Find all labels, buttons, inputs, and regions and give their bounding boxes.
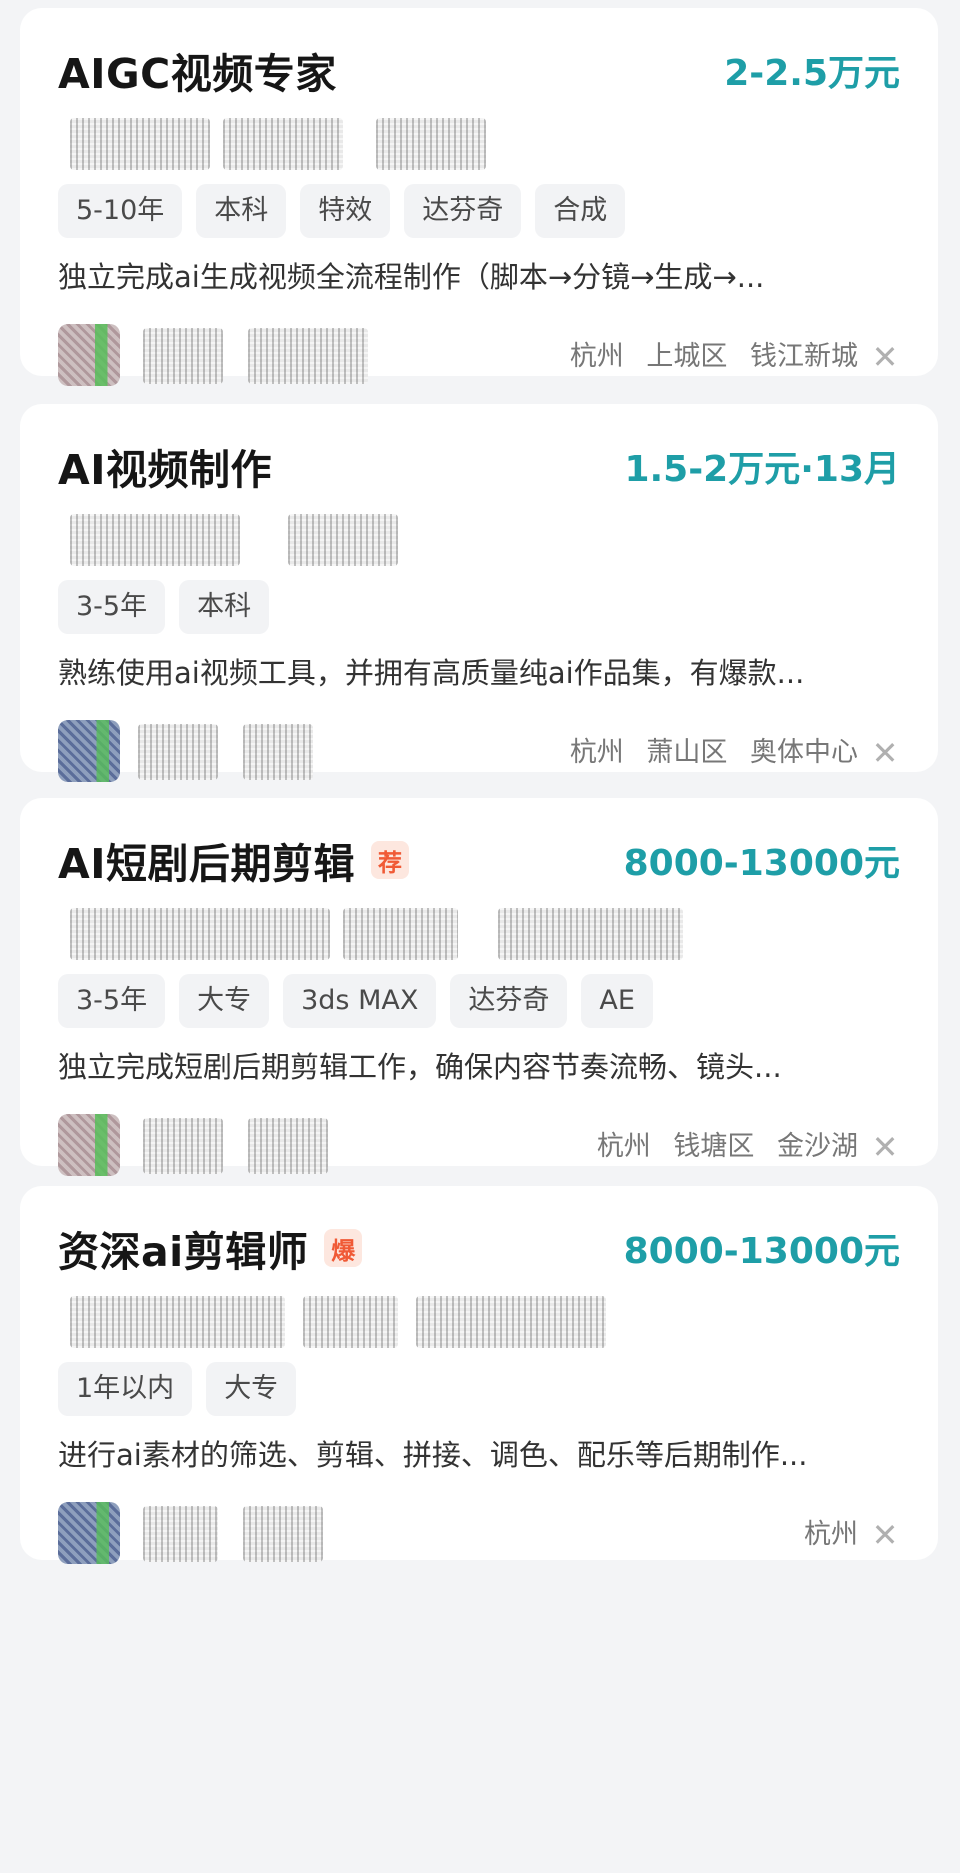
hot-badge: 爆 [324,1229,363,1267]
redacted-text [248,328,368,384]
redacted-text [143,1118,223,1174]
redacted-text [376,118,486,170]
tag: 本科 [196,184,287,238]
redacted-text [70,908,330,960]
recruiter-avatar[interactable] [58,1502,120,1564]
salary: 8000-13000元 [623,1231,900,1272]
recruiter-avatar[interactable] [58,1114,120,1176]
job-footer: 杭州 钱塘区 金沙湖 ✕ [58,1114,900,1180]
location-area: 钱江新城 [750,341,858,372]
salary: 8000-13000元 [623,843,900,884]
tag: 3-5年 [58,974,166,1028]
job-header: AI短剧后期剪辑 荐 8000-13000元 [58,830,900,890]
tag: 3-5年 [58,580,166,634]
job-header: AI视频制作 1.5-2万元·13月 [58,436,900,496]
job-title: AIGC视频专家 [58,50,337,98]
recruiter-avatar[interactable] [58,720,120,782]
location-area: 奥体中心 [750,737,858,768]
close-icon[interactable]: ✕ [870,1502,900,1568]
job-description: 进行ai素材的筛选、剪辑、拼接、调色、配乐等后期制作... [58,1438,808,1472]
tag: 3ds MAX [283,974,437,1028]
close-icon[interactable]: ✕ [870,720,900,786]
redacted-text [143,328,223,384]
job-tags: 5-10年 本科 特效 达芬奇 合成 [58,184,900,238]
job-header: AIGC视频专家 2-2.5万元 [58,40,900,100]
job-description: 独立完成ai生成视频全流程制作（脚本→分镜→生成→... [58,260,765,294]
close-icon[interactable]: ✕ [870,1114,900,1180]
redacted-text [243,724,313,780]
job-card[interactable]: AIGC视频专家 2-2.5万元 5-10年 本科 特效 达芬奇 合成 独立完成… [20,8,938,386]
recommended-badge: 荐 [371,841,409,879]
job-title: AI短剧后期剪辑 [58,840,355,888]
redacted-text [223,118,343,170]
location-district: 钱塘区 [673,1131,755,1162]
job-location: 杭州 钱塘区 金沙湖 [583,1114,858,1180]
location-city: 杭州 [804,1519,858,1550]
tag: 5-10年 [58,184,183,238]
job-tags: 1年以内 大专 [58,1362,900,1416]
redacted-text [70,118,210,170]
salary: 2-2.5万元 [724,53,900,94]
tag: 大专 [206,1362,297,1416]
tag: 特效 [300,184,391,238]
job-description: 熟练使用ai视频工具，并拥有高质量纯ai作品集，有爆款... [58,656,805,690]
redacted-text [143,1506,218,1562]
company-info-redacted [58,1296,900,1348]
job-title: AI视频制作 [58,446,272,494]
job-description: 独立完成短剧后期剪辑工作，确保内容节奏流畅、镜头... [58,1050,782,1084]
tag: 大专 [179,974,270,1028]
job-card[interactable]: AI短剧后期剪辑 荐 8000-13000元 3-5年 大专 3ds MAX 达… [20,798,938,1176]
redacted-text [248,1118,328,1174]
redacted-text [138,724,218,780]
location-city: 杭州 [569,737,624,768]
location-district: 萧山区 [646,737,728,768]
job-location: 杭州 上城区 钱江新城 [556,324,858,390]
job-location: 杭州 [790,1502,858,1568]
job-tags: 3-5年 本科 [58,580,900,634]
job-footer: 杭州 ✕ [58,1502,900,1568]
job-card[interactable]: 资深ai剪辑师 爆 8000-13000元 1年以内 大专 进行ai素材的筛选、… [20,1186,938,1564]
job-list: AIGC视频专家 2-2.5万元 5-10年 本科 特效 达芬奇 合成 独立完成… [0,0,960,1873]
job-tags: 3-5年 大专 3ds MAX 达芬奇 AE [58,974,900,1028]
redacted-text [416,1296,606,1348]
salary: 1.5-2万元·13月 [624,449,900,490]
location-district: 上城区 [646,341,728,372]
redacted-text [243,1506,323,1562]
location-city: 杭州 [569,341,624,372]
location-city: 杭州 [596,1131,651,1162]
redacted-text [303,1296,398,1348]
tag: AE [581,974,653,1028]
job-footer: 杭州 上城区 钱江新城 ✕ [58,324,900,390]
redacted-text [70,514,240,566]
company-info-redacted [58,908,900,960]
tag: 本科 [179,580,270,634]
job-card[interactable]: AI视频制作 1.5-2万元·13月 3-5年 本科 熟练使用ai视频工具，并拥… [20,404,938,782]
redacted-text [498,908,683,960]
redacted-text [70,1296,285,1348]
tag: 达芬奇 [450,974,568,1028]
job-location: 杭州 萧山区 奥体中心 [556,720,858,786]
company-info-redacted [58,514,900,566]
tag: 达芬奇 [404,184,522,238]
job-header: 资深ai剪辑师 爆 8000-13000元 [58,1218,900,1278]
redacted-text [343,908,458,960]
job-title: 资深ai剪辑师 [58,1228,309,1276]
location-area: 金沙湖 [777,1131,858,1162]
recruiter-avatar[interactable] [58,324,120,386]
job-footer: 杭州 萧山区 奥体中心 ✕ [58,720,900,786]
tag: 合成 [535,184,626,238]
company-info-redacted [58,118,900,170]
redacted-text [288,514,398,566]
close-icon[interactable]: ✕ [870,324,900,390]
tag: 1年以内 [58,1362,193,1416]
